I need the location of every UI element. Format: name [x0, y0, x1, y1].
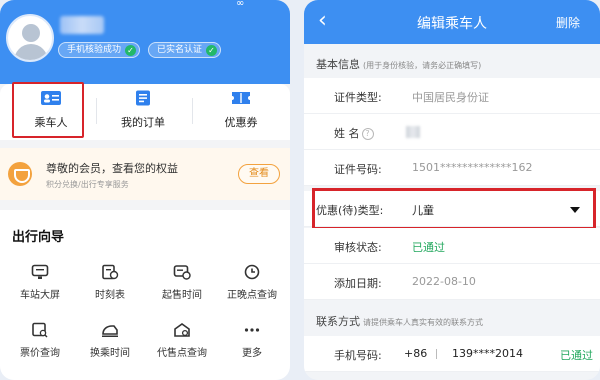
guide-item-fare-query[interactable]: 票价查询 [4, 322, 76, 366]
member-subtitle: 积分兑换/出行专享服务 [46, 180, 129, 189]
basic-info-header: 基本信息 (用于身份核验，请务必正确填写) [316, 58, 482, 71]
name-value-redacted [406, 126, 420, 138]
sale-time-icon [173, 264, 191, 280]
guide-item-delay-query[interactable]: 正晚点查询 [216, 264, 288, 308]
coupon-icon [230, 90, 252, 106]
realname-verified-badge: 已实名认证 ✓ [148, 42, 222, 58]
agency-house-icon [173, 322, 191, 338]
phone-verified-badge: 手机核验成功 ✓ [58, 42, 141, 58]
quick-action-label: 我的订单 [121, 116, 165, 129]
guide-item-agency-query[interactable]: 代售点查询 [146, 322, 218, 366]
section-title: 出行向导 [12, 230, 65, 245]
member-banner[interactable]: 尊敬的会员，查看您的权益 积分兑换/出行专享服务 查看 [0, 148, 290, 200]
delete-button[interactable]: 删除 [556, 14, 580, 31]
quick-action-coupons[interactable]: 优惠券 [206, 90, 276, 136]
id-number-row[interactable]: 证件号码: 1501*************162 [304, 150, 600, 186]
field-label: 手机号码: [334, 349, 382, 362]
guide-item-transfer-time[interactable]: 换乘时间 [74, 322, 146, 366]
check-icon: ✓ [206, 44, 218, 56]
edit-passenger-screen: ‹ 编辑乘车人 删除 基本信息 (用于身份核验，请务必正确填写) 证件类型: 中国… [304, 0, 600, 380]
highlight-box [312, 188, 596, 230]
check-icon: ✓ [125, 44, 137, 56]
nav-bar: ‹ 编辑乘车人 删除 [304, 0, 600, 44]
help-icon[interactable]: ? [361, 128, 374, 140]
review-status-row: 审核状态: 已通过 [304, 228, 600, 264]
guide-item-more[interactable]: 更多 [216, 322, 288, 366]
field-label: 添加日期: [334, 277, 382, 290]
id-type-value: 中国居民身份证 [412, 91, 489, 104]
field-label: 审核状态: [334, 241, 382, 254]
review-status-value: 已通过 [412, 241, 445, 254]
more-dots-icon [243, 322, 261, 338]
profile-header: ∞ 手机核验成功 ✓ 已实名认证 ✓ [0, 0, 290, 84]
quick-action-orders[interactable]: 我的订单 [108, 90, 178, 136]
country-code[interactable]: +86 [404, 347, 427, 360]
order-document-icon [132, 90, 154, 106]
divider [96, 98, 97, 124]
timetable-icon [101, 264, 119, 280]
guide-item-label: 时刻表 [95, 290, 125, 301]
phone-status: 已通过 [560, 349, 593, 362]
added-date-row: 添加日期: 2022-08-10 [304, 264, 600, 300]
station-screen-icon [31, 264, 49, 280]
divider [436, 349, 437, 359]
divider [192, 98, 193, 124]
view-benefits-button[interactable]: 查看 [238, 164, 280, 184]
clock-icon [243, 264, 261, 280]
highlight-box [12, 82, 84, 138]
name-row[interactable]: 姓 名? [304, 114, 600, 150]
guide-item-label: 车站大屏 [20, 290, 60, 301]
guide-item-timetable[interactable]: 时刻表 [74, 264, 146, 308]
member-title: 尊敬的会员，查看您的权益 [46, 162, 178, 175]
contact-header: 联系方式 请提供乘车人真实有效的联系方式 [316, 315, 483, 328]
guide-item-sale-time[interactable]: 起售时间 [146, 264, 218, 308]
guide-item-label: 正晚点查询 [227, 290, 277, 301]
top-menu-icon[interactable]: ∞ [236, 0, 258, 9]
phone-value: 139****2014 [452, 347, 523, 360]
guide-item-station-screen[interactable]: 车站大屏 [4, 264, 76, 308]
guide-item-label: 票价查询 [20, 348, 60, 359]
phone-row[interactable]: 手机号码: +86 139****2014 已通过 [304, 336, 600, 372]
transfer-train-icon [101, 322, 119, 338]
id-number-value: 1501*************162 [412, 161, 533, 174]
field-label: 证件号码: [334, 163, 382, 176]
guide-item-label: 代售点查询 [157, 348, 207, 359]
guide-item-label: 换乘时间 [90, 348, 130, 359]
quick-action-label: 优惠券 [224, 116, 258, 129]
field-label: 姓 名? [334, 125, 374, 141]
guide-item-label: 更多 [242, 348, 262, 359]
travel-guide: 出行向导 车站大屏 时刻表 起售时间 正晚点查询 票价查询 换乘时间 代售点查询… [0, 210, 290, 380]
user-name-redacted [60, 16, 104, 34]
profile-screen: ∞ 手机核验成功 ✓ 已实名认证 ✓ 乘车人 我的订单 优惠券 尊敬的会员，查看… [0, 0, 290, 380]
member-gem-icon [8, 162, 32, 186]
fare-query-icon [31, 322, 49, 338]
avatar[interactable] [6, 14, 54, 62]
guide-item-label: 起售时间 [162, 290, 202, 301]
id-type-row[interactable]: 证件类型: 中国居民身份证 [304, 78, 600, 114]
added-date-value: 2022-08-10 [412, 275, 476, 288]
field-label: 证件类型: [334, 91, 382, 104]
